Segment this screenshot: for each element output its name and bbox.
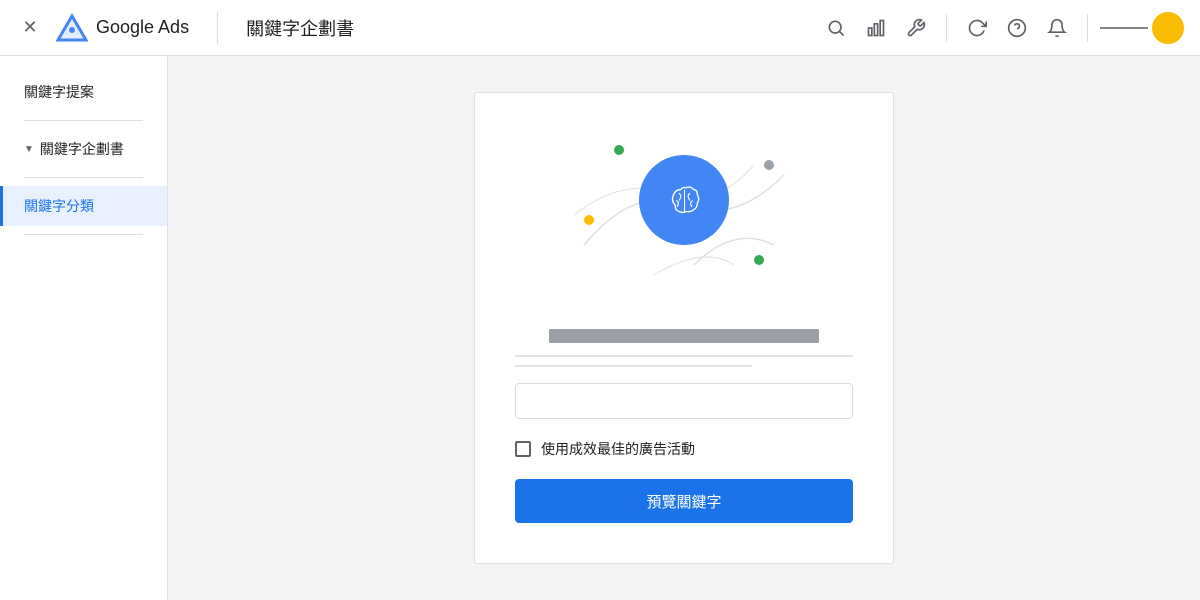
- content-area: 使用成效最佳的廣告活動 預覽關鍵字: [168, 56, 1200, 600]
- chart-icon[interactable]: [858, 10, 894, 46]
- input-placeholder-bar: [549, 329, 819, 343]
- page-title: 關鍵字企劃書: [246, 15, 354, 41]
- dot-green-top: [614, 145, 624, 155]
- search-icon[interactable]: [818, 10, 854, 46]
- topbar-left: ✕ Google Ads 關鍵字企劃書: [16, 12, 354, 44]
- line-bar-1: [515, 355, 853, 357]
- text-field[interactable]: [515, 383, 853, 419]
- account-line: [1100, 27, 1148, 29]
- checkbox-label: 使用成效最佳的廣告活動: [541, 439, 695, 459]
- google-ads-logo-icon: [56, 12, 88, 44]
- preview-keywords-button[interactable]: 預覽關鍵字: [515, 479, 853, 523]
- dot-gray: [764, 160, 774, 170]
- main-layout: 關鍵字提案 ▼ 關鍵字企劃書 關鍵字分類: [0, 56, 1200, 600]
- sidebar-item-keyword-category[interactable]: 關鍵字分類: [0, 186, 167, 226]
- logo-text: Google Ads: [96, 17, 189, 38]
- account-avatar[interactable]: [1152, 12, 1184, 44]
- sidebar-section-label: 關鍵字企劃書: [40, 139, 124, 159]
- illustration: [554, 125, 814, 305]
- topbar-right: [818, 10, 1184, 46]
- sidebar: 關鍵字提案 ▼ 關鍵字企劃書 關鍵字分類: [0, 56, 168, 600]
- sidebar-divider1: [24, 120, 143, 121]
- best-performing-checkbox[interactable]: [515, 441, 531, 457]
- help-icon[interactable]: [999, 10, 1035, 46]
- line-bar-2: [515, 365, 752, 367]
- account-bar: [1100, 27, 1148, 29]
- form-section: 使用成效最佳的廣告活動 預覽關鍵字: [515, 329, 853, 523]
- topbar-logo-divider: [217, 12, 218, 44]
- bell-icon[interactable]: [1039, 10, 1075, 46]
- sidebar-divider3: [24, 234, 143, 235]
- topbar: ✕ Google Ads 關鍵字企劃書: [0, 0, 1200, 56]
- brain-circle: [639, 155, 729, 245]
- sidebar-divider2: [24, 177, 143, 178]
- refresh-icon[interactable]: [959, 10, 995, 46]
- chevron-down-icon: ▼: [24, 144, 34, 155]
- close-button[interactable]: ✕: [16, 14, 44, 42]
- google-ads-logo: Google Ads: [56, 12, 189, 44]
- wrench-icon[interactable]: [898, 10, 934, 46]
- card: 使用成效最佳的廣告活動 預覽關鍵字: [474, 92, 894, 564]
- dot-yellow: [584, 215, 594, 225]
- sidebar-section-keyword-planner[interactable]: ▼ 關鍵字企劃書: [0, 129, 167, 169]
- brain-icon: [657, 173, 712, 228]
- dot-green-bottom: [754, 255, 764, 265]
- topbar-divider: [946, 14, 947, 42]
- checkbox-row: 使用成效最佳的廣告活動: [515, 439, 853, 459]
- topbar-divider2: [1087, 14, 1088, 42]
- sidebar-item-keyword-proposal[interactable]: 關鍵字提案: [0, 72, 167, 112]
